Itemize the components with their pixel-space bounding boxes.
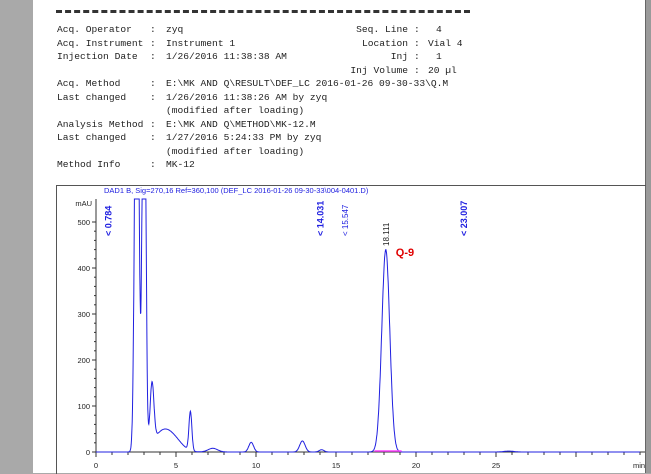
x-tick-label: 0 (94, 461, 98, 470)
signal-trace (96, 198, 640, 453)
retention-time-label: < 14.031 (315, 201, 325, 236)
y-tick-label: 300 (77, 310, 90, 319)
x-tick-label: 20 (412, 461, 420, 470)
y-tick-label: 0 (86, 448, 90, 457)
y-tick-label: 200 (77, 356, 90, 365)
x-tick-label: 5 (174, 461, 178, 470)
retention-time-label: < 23.007 (459, 201, 469, 236)
retention-time-label: < 15.547 (341, 204, 350, 236)
y-tick-label: 500 (77, 218, 90, 227)
chart-title: DAD1 B, Sig=270,16 Ref=360,100 (DEF_LC 2… (104, 186, 369, 195)
x-tick-label: 15 (332, 461, 340, 470)
retention-time-label: < 0.784 (104, 206, 114, 236)
y-axis-label: mAU (75, 199, 92, 208)
x-tick-label: 10 (252, 461, 260, 470)
chromatogram: DAD1 B, Sig=270,16 Ref=360,100 (DEF_LC 2… (75, 186, 645, 470)
x-tick-label: 25 (492, 461, 500, 470)
y-tick-label: 400 (77, 264, 90, 273)
x-axis-label: min (633, 461, 645, 470)
y-tick-label: 100 (77, 402, 90, 411)
peak-name-label: Q-9 (396, 247, 414, 259)
retention-time-label: 18.111 (382, 222, 391, 246)
